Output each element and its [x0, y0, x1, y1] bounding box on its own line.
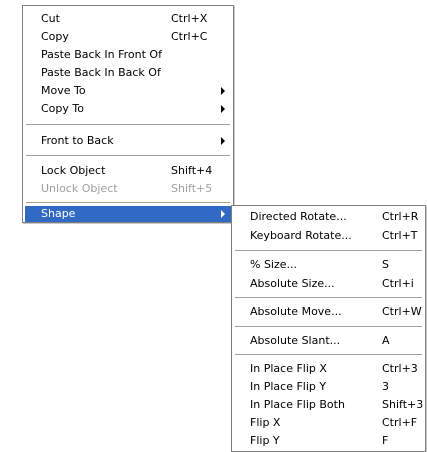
menu-separator — [235, 354, 422, 356]
menu-item-label: Directed Rotate... — [250, 210, 347, 223]
menu-item-shortcut: Shift+4 — [171, 164, 213, 177]
menu-item-label: % Size... — [250, 258, 298, 271]
menu-item-move-to[interactable]: Move To — [25, 82, 231, 100]
menu-item-label: Copy — [41, 30, 69, 43]
menu-item-label: In Place Flip Y — [250, 380, 327, 393]
submenu-arrow-icon — [221, 137, 225, 145]
menu-item-label: Shape — [41, 207, 76, 220]
menu-item-front-to-back[interactable]: Front to Back — [25, 132, 231, 150]
menu-item-lock-object[interactable]: Lock Object Shift+4 — [25, 162, 231, 180]
menu-item-label: Flip Y — [250, 434, 280, 447]
shape-submenu: Directed Rotate... Ctrl+R Keyboard Rotat… — [231, 205, 426, 452]
menu-item-paste-back-in-front-of[interactable]: Paste Back In Front Of — [25, 46, 231, 64]
menu-separator — [26, 124, 230, 126]
menu-item-label: Unlock Object — [41, 182, 118, 195]
menu-separator — [235, 297, 422, 299]
menu-item-flip-x[interactable]: Flip X Ctrl+F — [234, 414, 423, 432]
menu-item-label: Absolute Move... — [250, 305, 342, 318]
menu-item-in-place-flip-both[interactable]: In Place Flip Both Shift+3 — [234, 396, 423, 414]
menu-item-label: Absolute Size... — [250, 277, 335, 290]
menu-separator — [235, 326, 422, 328]
menu-separator — [26, 202, 230, 204]
menu-item-directed-rotate[interactable]: Directed Rotate... Ctrl+R — [234, 208, 423, 226]
context-menu: Cut Ctrl+X Copy Ctrl+C Paste Back In Fro… — [22, 5, 234, 223]
menu-item-label: Lock Object — [41, 164, 106, 177]
menu-item-shortcut: Ctrl+F — [382, 416, 418, 429]
submenu-arrow-icon — [221, 105, 225, 113]
menu-item-keyboard-rotate[interactable]: Keyboard Rotate... Ctrl+T — [234, 227, 423, 245]
menu-item-shape[interactable]: Shape — [25, 206, 231, 222]
menu-item-shortcut: F — [382, 434, 389, 447]
menu-separator — [26, 155, 230, 157]
menu-item-shortcut: A — [382, 334, 390, 347]
menu-item-shortcut: Ctrl+C — [171, 30, 208, 43]
menu-item-shortcut: Ctrl+T — [382, 229, 418, 242]
menu-item-label: Paste Back In Back Of — [41, 66, 161, 79]
menu-item-absolute-size[interactable]: Absolute Size... Ctrl+i — [234, 275, 423, 293]
menu-item-shortcut: Shift+5 — [171, 182, 213, 195]
menu-item-flip-y[interactable]: Flip Y F — [234, 432, 423, 450]
submenu-arrow-icon — [221, 87, 225, 95]
menu-item-label: Copy To — [41, 102, 84, 115]
menu-item-shortcut: S — [382, 258, 389, 271]
menu-item-label: Absolute Slant... — [250, 334, 341, 347]
menu-item-shortcut: Ctrl+3 — [382, 362, 418, 375]
menu-item-shortcut: Ctrl+i — [382, 277, 414, 290]
menu-item-absolute-slant[interactable]: Absolute Slant... A — [234, 332, 423, 350]
menu-item-copy-to[interactable]: Copy To — [25, 100, 231, 118]
menu-item-in-place-flip-y[interactable]: In Place Flip Y 3 — [234, 378, 423, 396]
menu-separator — [235, 250, 422, 252]
menu-item-shortcut: Ctrl+R — [382, 210, 419, 223]
menu-item-unlock-object: Unlock Object Shift+5 — [25, 180, 231, 198]
menu-item-shortcut: Ctrl+W — [382, 305, 422, 318]
menu-item-label: Flip X — [250, 416, 281, 429]
menu-item-label: Keyboard Rotate... — [250, 229, 352, 242]
menu-item-label: Paste Back In Front Of — [41, 48, 162, 61]
menu-item-label: In Place Flip X — [250, 362, 327, 375]
menu-item-copy[interactable]: Copy Ctrl+C — [25, 28, 231, 46]
menu-item-absolute-move[interactable]: Absolute Move... Ctrl+W — [234, 303, 423, 321]
menu-item-percent-size[interactable]: % Size... S — [234, 256, 423, 274]
menu-item-in-place-flip-x[interactable]: In Place Flip X Ctrl+3 — [234, 360, 423, 378]
menu-item-cut[interactable]: Cut Ctrl+X — [25, 10, 231, 28]
submenu-arrow-icon — [221, 210, 225, 218]
menu-item-label: Move To — [41, 84, 86, 97]
menu-item-label: Front to Back — [41, 134, 114, 147]
menu-item-label: In Place Flip Both — [250, 398, 345, 411]
menu-item-label: Cut — [41, 12, 60, 25]
menu-item-paste-back-in-back-of[interactable]: Paste Back In Back Of — [25, 64, 231, 82]
menu-item-shortcut: Ctrl+X — [171, 12, 208, 25]
menu-item-shortcut: Shift+3 — [382, 398, 424, 411]
menu-item-shortcut: 3 — [382, 380, 389, 393]
